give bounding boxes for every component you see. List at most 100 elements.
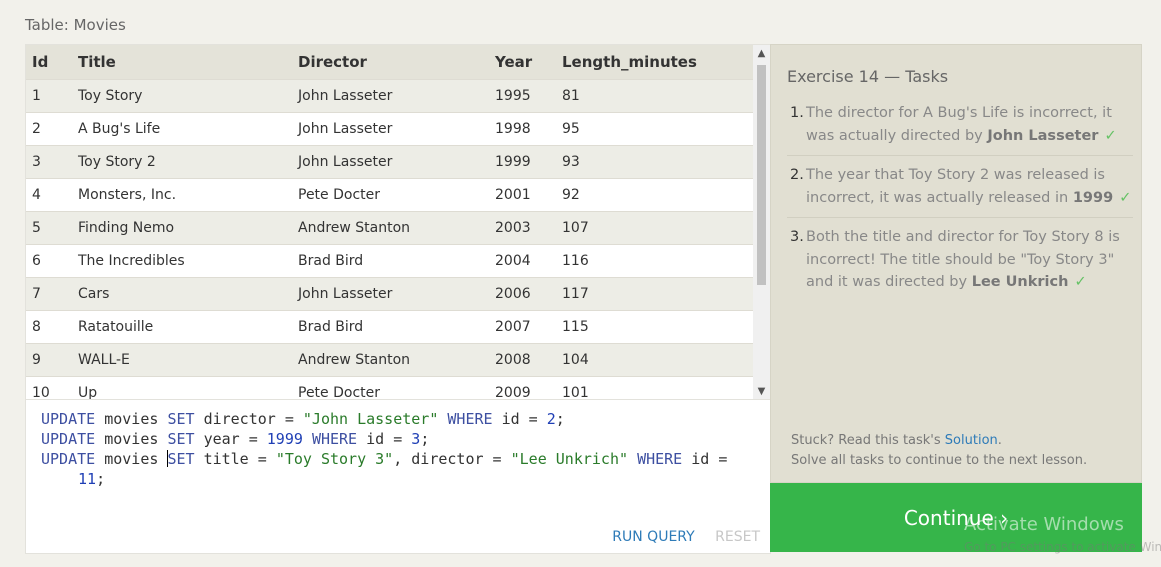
windows-watermark-sub: Go to PC settings to activate Windows. <box>964 540 1161 554</box>
code-token: ; <box>420 430 430 448</box>
cell-year: 2003 <box>495 211 562 245</box>
cell-year: 2007 <box>495 310 562 344</box>
code-token: director = <box>203 410 294 428</box>
cell-title: A Bug's Life <box>78 112 298 146</box>
sql-editor[interactable]: UPDATE movies SET director = "John Lasse… <box>25 399 771 554</box>
code-token: , director = <box>393 450 502 468</box>
table-row: 7 Cars John Lasseter 2006 117 <box>26 277 753 311</box>
column-header-director: Director <box>298 45 495 80</box>
task-item: 2. The year that Toy Story 2 was released… <box>787 164 1133 218</box>
movies-table: Id Title Director Year Length_minutes 1T… <box>26 45 753 400</box>
code-token: title = <box>203 450 267 468</box>
cell-year: 2001 <box>495 178 562 212</box>
code-token: UPDATE <box>41 410 96 428</box>
table-row: 8 Ratatouille Brad Bird 2007 115 <box>26 310 753 344</box>
code-line: UPDATE movies SET title = "Toy Story 3",… <box>41 449 761 469</box>
cell-title: Finding Nemo <box>78 211 298 245</box>
code-token: ; <box>555 410 565 428</box>
code-token: id = <box>366 430 403 448</box>
sql-code[interactable]: UPDATE movies SET director = "John Lasse… <box>41 409 761 489</box>
cell-id: 4 <box>26 178 78 212</box>
code-token: 3 <box>411 430 421 448</box>
code-line: 11; <box>41 469 761 489</box>
code-token: WHERE <box>311 430 358 448</box>
code-token: movies <box>104 430 159 448</box>
code-token: ; <box>96 470 106 488</box>
task-answer: John Lasseter <box>987 127 1099 144</box>
cell-length: 93 <box>562 145 753 179</box>
table-body: 1 Toy Story John Lasseter 1995 81 2 A Bug's Li… <box>26 79 753 400</box>
code-token: 2 <box>546 410 556 428</box>
cell-year: 2004 <box>495 244 562 278</box>
checkmark-icon: ✓ <box>1104 127 1117 144</box>
code-token: 11 <box>78 470 97 488</box>
checkmark-icon: ✓ <box>1074 274 1087 290</box>
cell-director: John Lasseter <box>298 277 495 311</box>
task-number: 3. <box>790 229 804 245</box>
stuck-prefix: Stuck? Read this task's <box>791 433 945 448</box>
table-scrollbar[interactable]: ▲ ▼ <box>753 45 770 400</box>
cell-length: 104 <box>562 343 753 377</box>
code-token: 1999 <box>266 430 303 448</box>
cell-director: Pete Docter <box>298 178 495 212</box>
code-token: SET <box>167 450 195 468</box>
table-row: 2A Bug's Life John Lasseter 1998 95 <box>26 112 753 146</box>
task-number: 1. <box>790 105 804 121</box>
cell-id: 2 <box>26 112 78 146</box>
code-token: year = <box>203 430 258 448</box>
cell-id: 8 <box>26 310 78 344</box>
task-item: 1. The director for A Bug's Life is incor… <box>787 102 1133 156</box>
table-row: 1 Toy Story John Lasseter 1995 81 <box>26 79 753 113</box>
cell-id: 3 <box>26 145 78 179</box>
cell-title: Ratatouille <box>78 310 298 344</box>
task-answer: 1999 <box>1072 189 1114 206</box>
cell-length: 107 <box>562 211 753 245</box>
code-token: UPDATE <box>41 450 96 468</box>
scroll-thumb[interactable] <box>757 65 766 285</box>
reset-button[interactable]: RESET <box>715 529 760 545</box>
solution-link[interactable]: Solution <box>945 433 998 448</box>
cell-length: 101 <box>562 376 753 400</box>
stuck-hint: Stuck? Read this task's Solution. Solve … <box>791 431 1087 471</box>
code-token: id = <box>691 450 728 468</box>
table-row: 10 Up Pete Docter 2009 101 <box>26 376 753 400</box>
column-header-id: Id <box>26 45 78 80</box>
cell-director: John Lasseter <box>298 112 495 146</box>
code-line: UPDATE movies SET director = "John Lasse… <box>41 409 761 429</box>
results-panel: Id Title Director Year Length_minutes 1T… <box>25 44 771 400</box>
cell-year: 1995 <box>495 79 562 113</box>
scroll-up-icon[interactable]: ▲ <box>753 45 770 62</box>
code-token: SET <box>167 430 195 448</box>
task-list: 1. The director for A Bug's Life is incor… <box>787 102 1133 310</box>
cell-title: Toy Story 2 <box>78 145 298 179</box>
column-header-length: Length_minutes <box>562 45 753 80</box>
editor-actions: RUN QUERY RESET <box>612 529 760 545</box>
code-token: SET <box>167 410 195 428</box>
stuck-suffix: . <box>997 433 1002 448</box>
cell-id: 1 <box>26 79 78 113</box>
table-header-row: Id Title Director Year Length_minutes <box>26 45 753 80</box>
task-number: 2. <box>790 167 804 183</box>
cell-length: 95 <box>562 112 753 146</box>
cell-director: Brad Bird <box>298 244 495 278</box>
cell-director: Andrew Stanton <box>298 343 495 377</box>
code-token: "Lee Unkrich" <box>510 450 629 468</box>
cell-director: Brad Bird <box>298 310 495 344</box>
cell-title: WALL-E <box>78 343 298 377</box>
column-header-title: Title <box>78 45 298 80</box>
cell-title: Up <box>78 376 298 400</box>
table-row: 6 The Incredibles Brad Bird 2004 116 <box>26 244 753 278</box>
code-token: WHERE <box>637 450 683 468</box>
cell-id: 7 <box>26 277 78 311</box>
run-query-button[interactable]: RUN QUERY <box>612 529 694 545</box>
column-header-year: Year <box>495 45 562 80</box>
task-answer: Lee Unkrich <box>971 274 1069 290</box>
checkmark-icon: ✓ <box>1119 189 1132 206</box>
cell-id: 9 <box>26 343 78 377</box>
code-token: UPDATE <box>41 430 96 448</box>
cell-length: 92 <box>562 178 753 212</box>
scroll-down-icon[interactable]: ▼ <box>753 383 770 400</box>
table-caption: Table: Movies <box>25 16 126 34</box>
code-line: UPDATE movies SET year = 1999 WHERE id =… <box>41 429 761 449</box>
code-token: movies <box>104 450 159 468</box>
